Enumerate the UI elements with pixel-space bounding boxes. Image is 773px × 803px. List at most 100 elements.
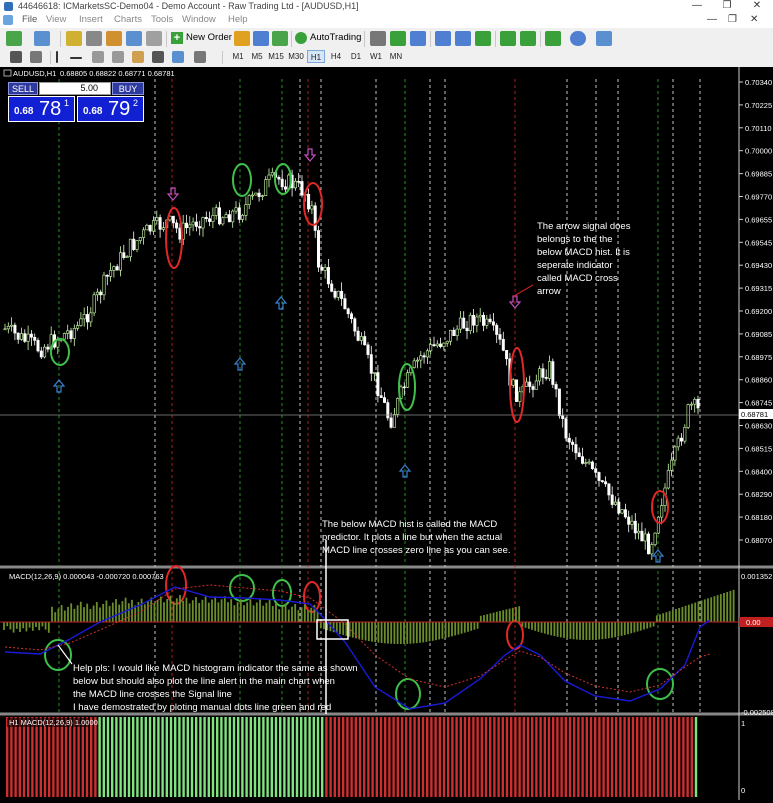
menu-charts[interactable]: Charts: [114, 14, 142, 25]
horizontal-line-icon[interactable]: [70, 57, 82, 59]
menu-help[interactable]: Help: [228, 14, 248, 25]
sell-quote-button[interactable]: 0.68 78 1: [8, 96, 75, 122]
close-button[interactable]: ✕: [742, 0, 772, 13]
candle-body: [330, 283, 334, 292]
zoom-in-icon[interactable]: [435, 31, 451, 46]
h1-macd-bar-green: [161, 717, 164, 797]
macd-hist-bar: [147, 600, 149, 622]
equidistant-channel-icon[interactable]: [112, 51, 124, 63]
h1-macd-bar-green: [287, 717, 290, 797]
timeframe-d1[interactable]: D1: [347, 50, 365, 63]
arrows-icon[interactable]: [194, 51, 206, 63]
timeframe-h1[interactable]: H1: [307, 50, 325, 63]
candle-body: [617, 501, 621, 514]
chart-window[interactable]: 0.70340 0.70225 0.70110 0.70000 0.69885 0.697…: [0, 67, 773, 800]
timeframe-h4[interactable]: H4: [327, 50, 345, 63]
h1-macd-bar-red: [438, 717, 441, 797]
cursor-icon[interactable]: [10, 51, 22, 63]
macd-hist-bar: [383, 622, 386, 644]
h1-macd-bar-red: [69, 717, 72, 797]
mdi-minimize-button[interactable]: —: [707, 14, 717, 25]
candle-body: [366, 344, 370, 355]
h1-macd-bar-green: [237, 717, 240, 797]
macd-hist-bar: [595, 622, 597, 640]
timeframe-w1[interactable]: W1: [367, 50, 385, 63]
vertical-line-icon[interactable]: [56, 51, 58, 63]
navigator-icon[interactable]: [106, 31, 122, 46]
indicators-icon[interactable]: [545, 31, 561, 46]
menu-view[interactable]: View: [46, 14, 66, 25]
macd-hist-bar: [575, 622, 578, 640]
tile-windows-icon[interactable]: [475, 31, 491, 46]
candle-body: [6, 325, 10, 330]
new-chart-icon[interactable]: [6, 31, 22, 46]
sell-button[interactable]: SELL: [8, 82, 38, 95]
timeframe-m1[interactable]: M1: [229, 50, 247, 63]
candle-body: [442, 342, 446, 347]
candlestick-icon[interactable]: [390, 31, 406, 46]
candle-body: [10, 324, 14, 327]
strategy-tester-icon[interactable]: [146, 31, 162, 46]
templates-icon[interactable]: [596, 31, 612, 46]
menu-tools[interactable]: Tools: [151, 14, 173, 25]
h1-macd-bar-red: [392, 717, 395, 797]
lot-size-input[interactable]: 5.00: [39, 82, 111, 95]
market-watch-icon[interactable]: [66, 31, 82, 46]
buy-quote-big: 79: [108, 98, 131, 120]
chart-shift-icon[interactable]: [520, 31, 536, 46]
mdi-restore-button[interactable]: ❐: [728, 14, 737, 25]
market-icon[interactable]: [272, 31, 288, 46]
macd-hist-bar: [15, 622, 18, 629]
h1-macd-bar-red: [6, 717, 9, 797]
h1-macd-bar-red: [363, 717, 366, 797]
macd-hist-bar: [588, 622, 591, 640]
autoscroll-icon[interactable]: [500, 31, 516, 46]
candle-body: [501, 339, 505, 351]
signal-arrows: [52, 148, 665, 563]
bar-chart-icon[interactable]: [370, 31, 386, 46]
timeframe-m15[interactable]: M15: [267, 50, 285, 63]
periods-icon[interactable]: [570, 31, 586, 46]
maximize-button[interactable]: ❐: [712, 0, 742, 13]
macd-scale-bottom: -0.002508: [741, 708, 773, 717]
text-label-icon[interactable]: [172, 51, 184, 63]
macd-hist-bar: [630, 622, 633, 634]
annotation-help: Help pls: I would like MACD histogram in…: [73, 663, 358, 713]
macd-hist-bar: [422, 622, 425, 643]
timeframe-m5[interactable]: M5: [248, 50, 266, 63]
line-chart-icon[interactable]: [410, 31, 426, 46]
buy-quote-button[interactable]: 0.68 79 2: [77, 96, 144, 122]
macd-hist-bar: [143, 604, 146, 622]
candle-body: [445, 340, 449, 344]
macd-hist-bar: [406, 622, 409, 644]
menu-file[interactable]: File: [22, 14, 37, 25]
zoom-out-icon[interactable]: [455, 31, 471, 46]
trendline-icon[interactable]: [92, 51, 104, 63]
macd-hist-bar: [710, 597, 713, 622]
macd-hist-bar: [719, 594, 722, 622]
candle-body: [696, 399, 700, 409]
buy-button[interactable]: BUY: [112, 82, 144, 95]
data-window-icon[interactable]: [86, 31, 102, 46]
profiles-icon[interactable]: [34, 31, 50, 46]
metaeditor-icon[interactable]: [234, 31, 250, 46]
crosshair-icon[interactable]: [30, 51, 42, 63]
menu-window[interactable]: Window: [182, 14, 216, 25]
timeframe-m30[interactable]: M30: [287, 50, 305, 63]
minimize-button[interactable]: —: [682, 0, 712, 13]
terminal-icon[interactable]: [126, 31, 142, 46]
macd-hist-bar: [211, 599, 213, 622]
timeframe-mn[interactable]: MN: [387, 50, 405, 63]
h1-macd-bar-green: [132, 717, 135, 797]
fibonacci-icon[interactable]: [132, 51, 144, 63]
macd-hist-bar: [204, 596, 207, 622]
text-icon[interactable]: [152, 51, 164, 63]
chart-canvas[interactable]: 0.70340 0.70225 0.70110 0.70000 0.69885 0.697…: [0, 67, 773, 800]
standard-toolbar: + New Order AutoTrading: [0, 28, 773, 51]
macd-hist-bar: [643, 622, 645, 630]
menu-insert[interactable]: Insert: [79, 14, 103, 25]
new-order-button[interactable]: + New Order: [171, 31, 232, 46]
signals-icon[interactable]: [253, 31, 269, 46]
autotrading-button[interactable]: AutoTrading: [295, 31, 361, 46]
mdi-close-button[interactable]: ✕: [750, 14, 758, 25]
